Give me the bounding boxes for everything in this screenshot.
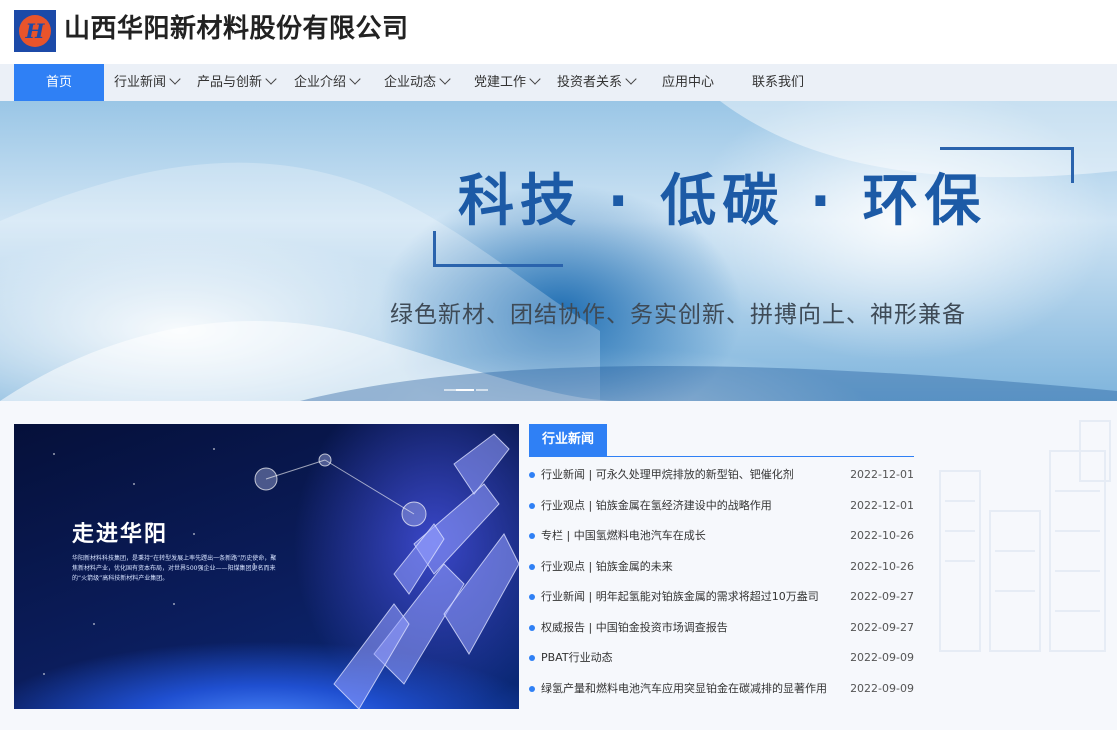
- news-item[interactable]: 行业观点 | 铂族金属的未来 2022-10-26: [529, 557, 914, 577]
- news-date: 2022-09-27: [850, 590, 914, 603]
- carousel-dot[interactable]: [476, 389, 488, 391]
- news-date: 2022-12-01: [850, 468, 914, 481]
- building-watermark: [939, 420, 1111, 652]
- industry-news-panel: 行业新闻 行业新闻 | 可永久处理甲烷排放的新型铂、钯催化剂 2022-12-0…: [529, 424, 914, 714]
- news-date: 2022-10-26: [850, 560, 914, 573]
- nav-item-party[interactable]: 党建工作: [474, 64, 541, 101]
- bullet-icon: [529, 472, 535, 478]
- news-date: 2022-12-01: [850, 499, 914, 512]
- news-date: 2022-10-26: [850, 529, 914, 542]
- news-item[interactable]: 行业新闻 | 可永久处理甲烷排放的新型铂、钯催化剂 2022-12-01: [529, 465, 914, 485]
- hero-banner[interactable]: 科技 · 低碳 · 环保 绿色新材、团结协作、务实创新、拼搏向上、神形兼备: [0, 101, 1117, 401]
- nav-item-label: 联系我们: [752, 75, 805, 90]
- news-item[interactable]: 绿氢产量和燃料电池汽车应用突显铂金在碳减排的显著作用 2022-09-09: [529, 679, 914, 699]
- nav-item-label: 应用中心: [662, 75, 715, 90]
- news-title[interactable]: 绿氢产量和燃料电池汽车应用突显铂金在碳减排的显著作用: [541, 679, 841, 699]
- news-title[interactable]: 行业新闻 | 可永久处理甲烷排放的新型铂、钯催化剂: [541, 465, 841, 485]
- news-title[interactable]: 行业观点 | 铂族金属的未来: [541, 557, 841, 577]
- bullet-icon: [529, 503, 535, 509]
- nav-item-label: 投资者关系: [557, 75, 623, 90]
- carousel-dot-active[interactable]: [456, 389, 474, 391]
- news-title[interactable]: 行业新闻 | 明年起氢能对铂族金属的需求将超过10万盎司: [541, 587, 841, 607]
- bullet-icon: [529, 655, 535, 661]
- news-title[interactable]: 行业观点 | 铂族金属在氢经济建设中的战略作用: [541, 496, 841, 516]
- chevron-down-icon: [625, 73, 637, 85]
- carousel-indicators: [444, 389, 494, 393]
- nav-item-label: 党建工作: [474, 75, 527, 90]
- news-item[interactable]: 专栏 | 中国氢燃料电池汽车在成长 2022-10-26: [529, 526, 914, 546]
- nav-item-apps[interactable]: 应用中心: [662, 64, 714, 101]
- banner-title: 科技 · 低碳 · 环保: [458, 169, 987, 234]
- nav-item-investors[interactable]: 投资者关系: [557, 64, 637, 101]
- main-nav: 首页 行业新闻 产品与创新 企业介绍 企业动态 党建工作 投资者关系 应用中心 …: [0, 64, 1117, 101]
- bullet-icon: [529, 594, 535, 600]
- news-item[interactable]: 权威报告 | 中国铂金投资市场调查报告 2022-09-27: [529, 618, 914, 638]
- bullet-icon: [529, 564, 535, 570]
- news-date: 2022-09-27: [850, 621, 914, 634]
- site-header: H 山西华阳新材料股份有限公司: [0, 0, 1117, 64]
- nav-item-products[interactable]: 产品与创新: [197, 64, 277, 101]
- news-title[interactable]: PBAT行业动态: [541, 648, 841, 668]
- news-item[interactable]: 行业新闻 | 明年起氢能对铂族金属的需求将超过10万盎司 2022-09-27: [529, 587, 914, 607]
- about-title: 走进华阳: [72, 522, 169, 547]
- nav-item-about[interactable]: 企业介绍: [294, 64, 361, 101]
- company-logo-icon[interactable]: H: [14, 10, 56, 52]
- nav-item-home[interactable]: 首页: [14, 64, 104, 101]
- tab-underline: [529, 456, 914, 457]
- banner-subtitle: 绿色新材、团结协作、务实创新、拼搏向上、神形兼备: [390, 302, 966, 328]
- bullet-icon: [529, 686, 535, 692]
- nav-item-industry-news[interactable]: 行业新闻: [114, 64, 181, 101]
- chevron-down-icon: [439, 73, 451, 85]
- nav-item-contact[interactable]: 联系我们: [752, 64, 804, 101]
- nav-item-label: 首页: [45, 75, 72, 90]
- chevron-down-icon: [529, 73, 541, 85]
- news-item[interactable]: PBAT行业动态 2022-09-09: [529, 648, 914, 668]
- bullet-icon: [529, 533, 535, 539]
- carousel-dot[interactable]: [444, 389, 456, 391]
- about-text: 华阳新材料科技集团，是秉持“在转型发展上率先蹚出一条新路”历史使命，聚焦新材料产…: [72, 555, 277, 582]
- news-date: 2022-09-09: [850, 682, 914, 695]
- nav-item-label: 产品与创新: [197, 75, 263, 90]
- nav-item-label: 企业介绍: [294, 75, 347, 90]
- news-date: 2022-09-09: [850, 651, 914, 664]
- tab-industry-news[interactable]: 行业新闻: [529, 424, 607, 456]
- news-title[interactable]: 专栏 | 中国氢燃料电池汽车在成长: [541, 526, 841, 546]
- nav-item-company-news[interactable]: 企业动态: [384, 64, 451, 101]
- about-card[interactable]: 走进华阳 华阳新材料科技集团，是秉持“在转型发展上率先蹚出一条新路”历史使命，聚…: [14, 424, 519, 709]
- content-section: 走进华阳 华阳新材料科技集团，是秉持“在转型发展上率先蹚出一条新路”历史使命，聚…: [0, 401, 1117, 730]
- logo-mark: H: [25, 19, 45, 43]
- nav-item-label: 企业动态: [384, 75, 437, 90]
- news-title[interactable]: 权威报告 | 中国铂金投资市场调查报告: [541, 618, 841, 638]
- chevron-down-icon: [169, 73, 181, 85]
- news-item[interactable]: 行业观点 | 铂族金属在氢经济建设中的战略作用 2022-12-01: [529, 496, 914, 516]
- bullet-icon: [529, 625, 535, 631]
- company-name[interactable]: 山西华阳新材料股份有限公司: [64, 10, 409, 48]
- nav-item-label: 行业新闻: [114, 75, 167, 90]
- chevron-down-icon: [265, 73, 277, 85]
- chevron-down-icon: [349, 73, 361, 85]
